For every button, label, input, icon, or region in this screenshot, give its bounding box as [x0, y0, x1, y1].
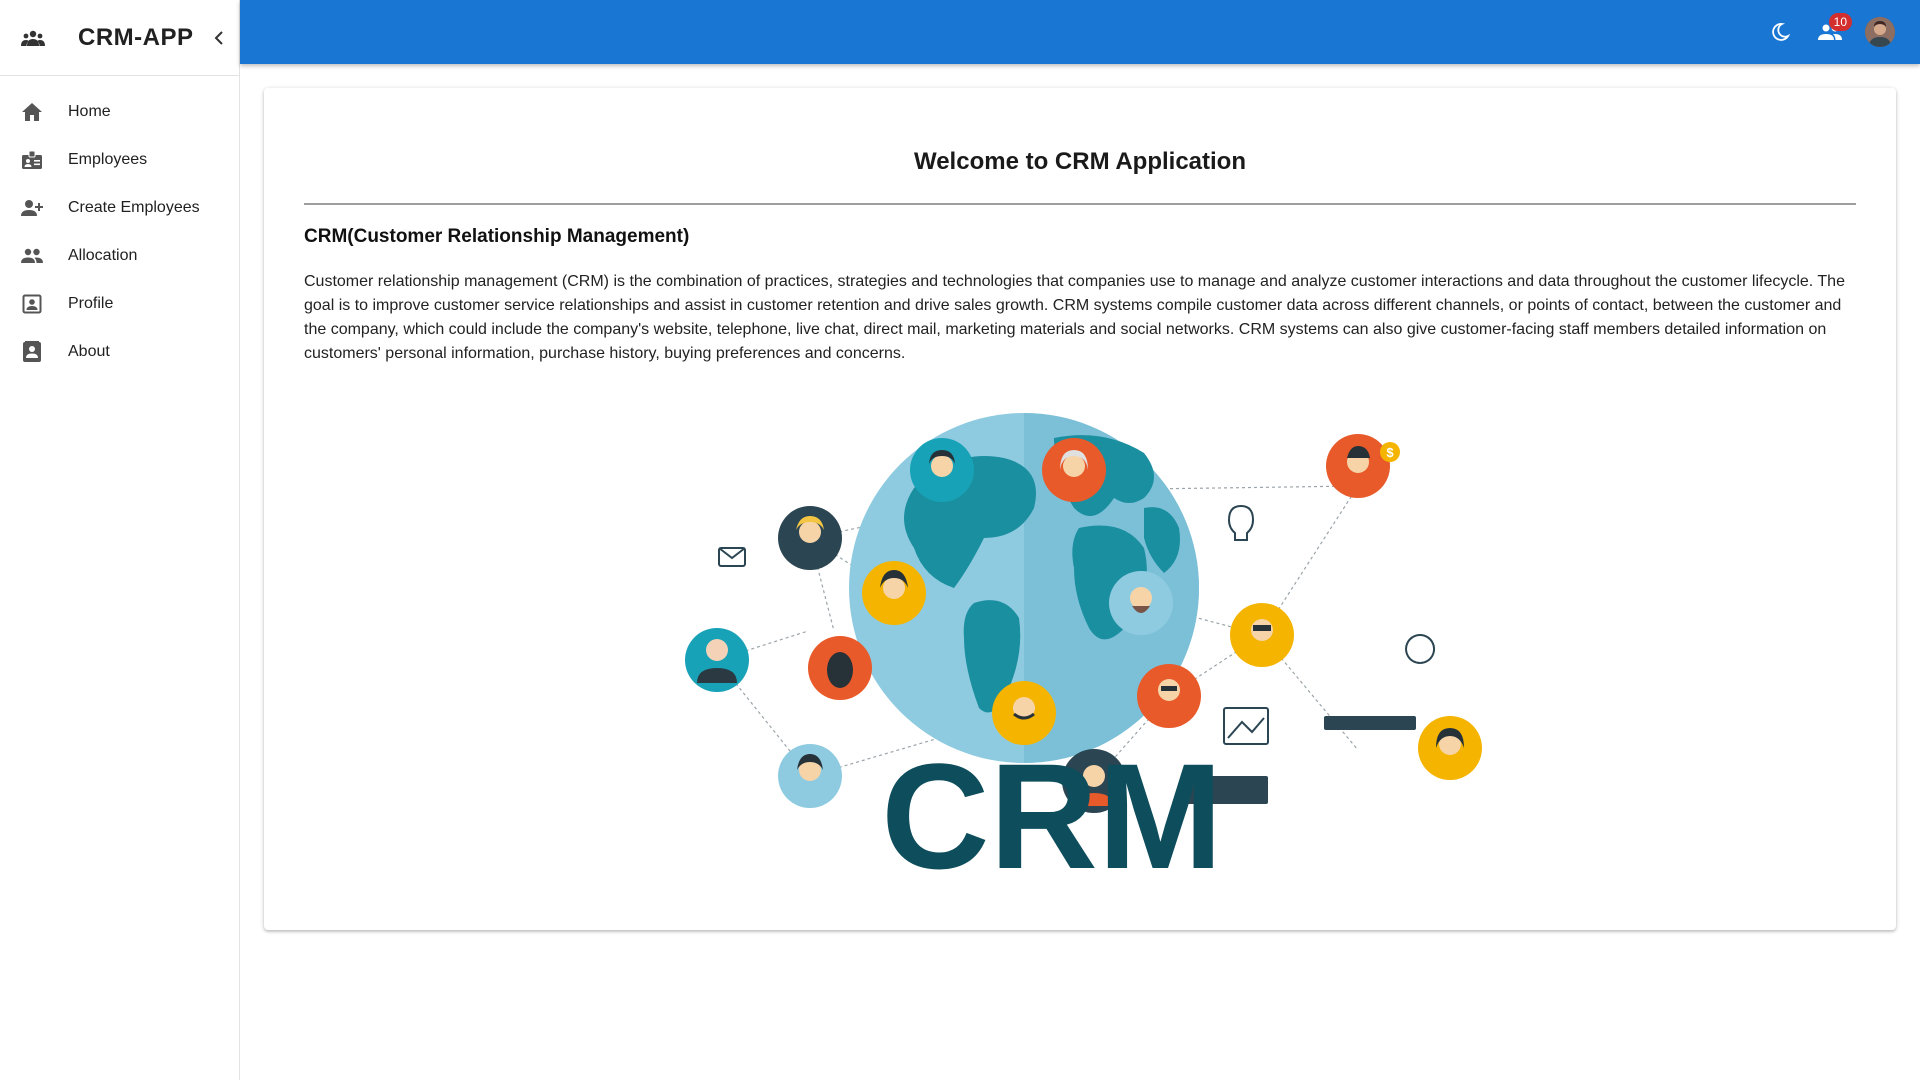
crm-network-graphic: $ CRM	[685, 413, 1482, 900]
sidebar: CRM-APP Home Employees Create Employees …	[0, 0, 240, 1080]
avatar	[1865, 17, 1895, 47]
sidebar-item-label: Profile	[68, 295, 114, 312]
person-add-icon	[20, 196, 44, 220]
chevron-left-icon[interactable]	[208, 27, 230, 49]
people-icon	[20, 244, 44, 268]
app-bar: 10	[240, 0, 1920, 64]
svg-text:$: $	[1386, 445, 1394, 460]
user-avatar-button[interactable]	[1860, 12, 1900, 52]
sidebar-item-label: Create Employees	[68, 199, 200, 216]
sidebar-item-home[interactable]: Home	[0, 88, 239, 136]
dark-mode-toggle[interactable]	[1760, 12, 1800, 52]
sidebar-header: CRM-APP	[0, 0, 239, 76]
divider	[304, 203, 1856, 205]
sidebar-item-label: Employees	[68, 151, 148, 168]
sidebar-nav: Home Employees Create Employees Allocati…	[0, 76, 239, 376]
sidebar-item-employees[interactable]: Employees	[0, 136, 239, 184]
groups-icon	[20, 25, 46, 51]
crm-description: Customer relationship management (CRM) i…	[304, 273, 1845, 362]
moon-icon	[1772, 23, 1790, 41]
notifications-button[interactable]: 10	[1810, 12, 1852, 52]
account-box-icon	[20, 292, 44, 316]
badge-icon	[20, 148, 44, 172]
sidebar-item-label: Home	[68, 103, 111, 120]
section-title: CRM(Customer Relationship Management)	[304, 226, 690, 247]
crm-logo-text: CRM	[881, 732, 1223, 878]
notification-badge: 10	[1828, 13, 1852, 31]
crm-illustration: $ CRM	[624, 378, 1524, 900]
sidebar-item-profile[interactable]: Profile	[0, 280, 239, 328]
app-brand: CRM-APP	[78, 23, 194, 51]
app-bar-actions: 10	[1750, 0, 1900, 64]
sidebar-item-label: Allocation	[68, 247, 138, 264]
page-title: Welcome to CRM Application	[913, 148, 1246, 175]
sidebar-item-about[interactable]: About	[0, 328, 239, 376]
home-icon	[20, 100, 44, 124]
welcome-card: Welcome to CRM Application CRM(Customer …	[264, 88, 1896, 930]
sidebar-item-allocation[interactable]: Allocation	[0, 232, 239, 280]
sidebar-item-label: About	[68, 343, 110, 360]
sidebar-item-create-employees[interactable]: Create Employees	[0, 184, 239, 232]
contact-page-icon	[20, 340, 44, 364]
